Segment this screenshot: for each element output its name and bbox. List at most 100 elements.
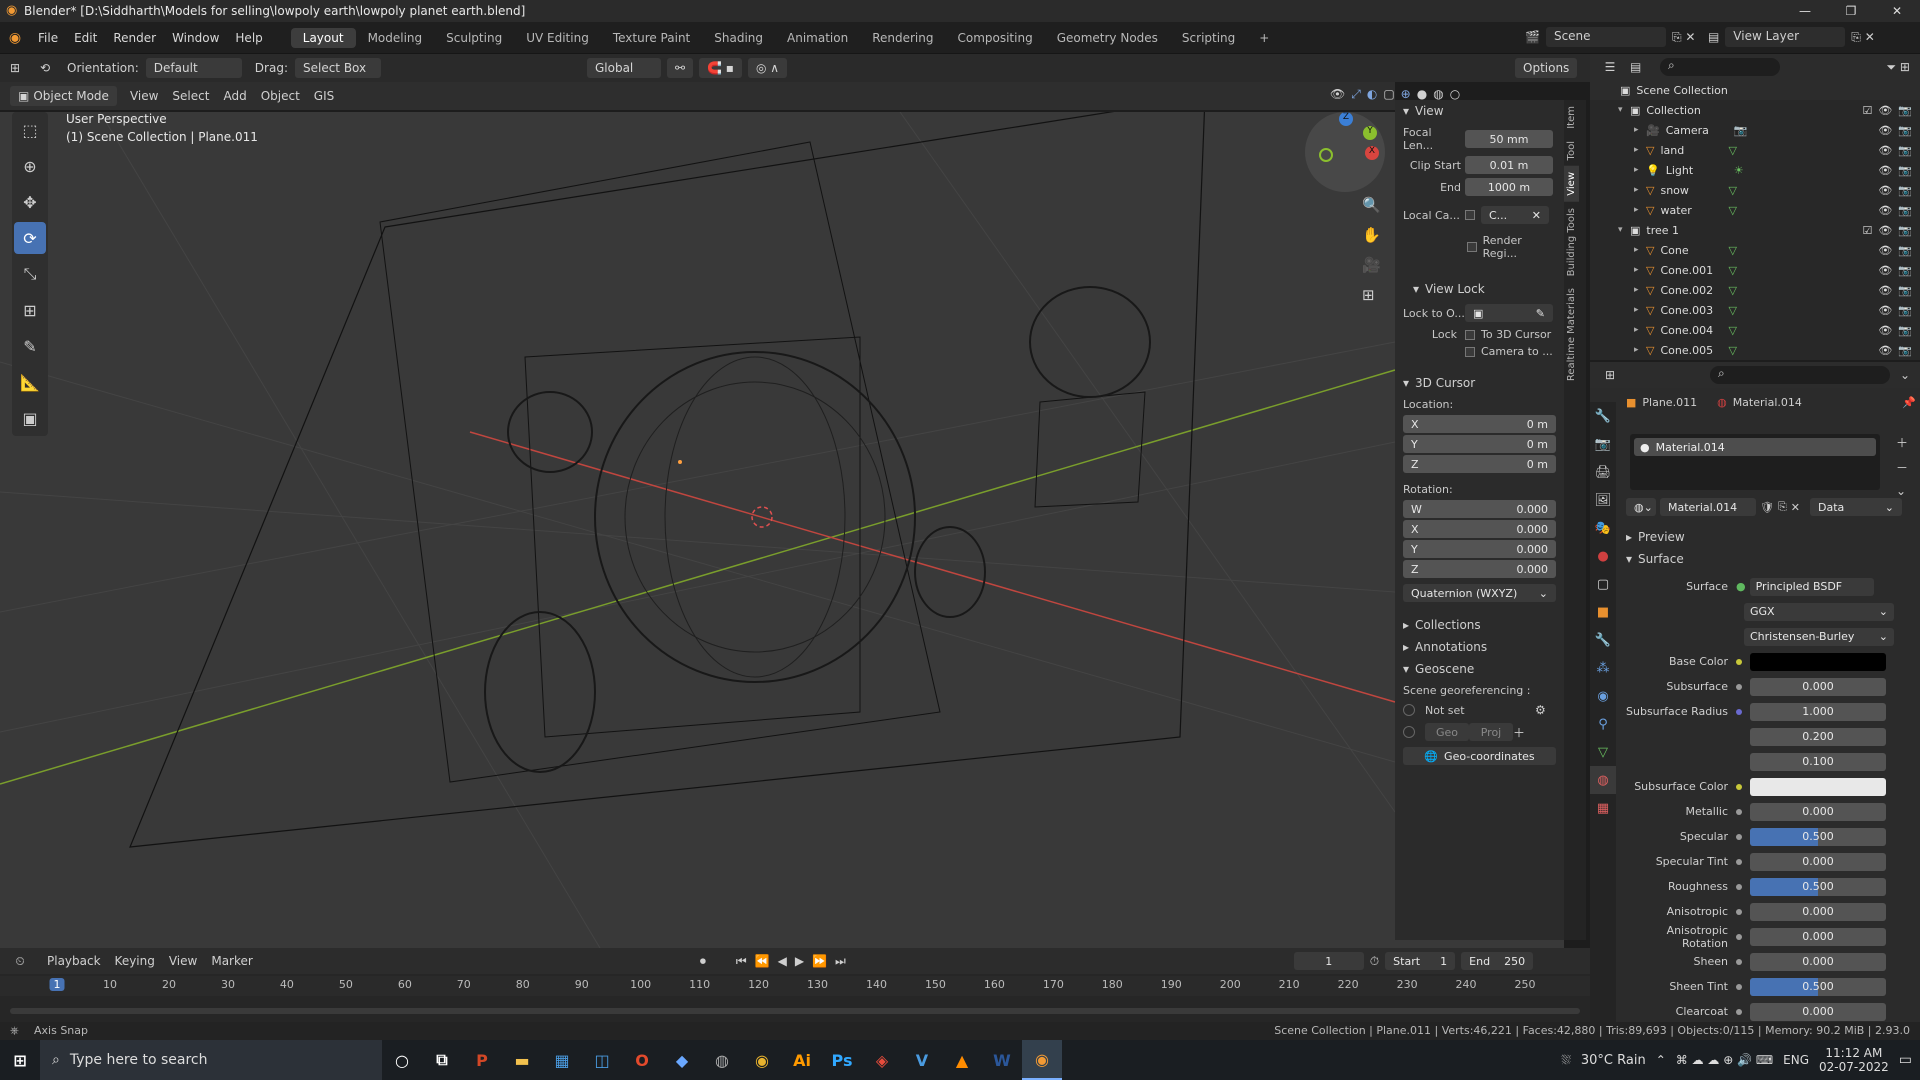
- socket-dot-icon[interactable]: [1736, 683, 1742, 690]
- lock-cursor-checkbox[interactable]: [1465, 329, 1475, 340]
- tab-texture-paint[interactable]: Texture Paint: [601, 28, 702, 48]
- visibility-eye-icon[interactable]: 👁: [1878, 124, 1892, 137]
- overlay-icon[interactable]: ◐: [1367, 87, 1377, 102]
- camera-data-icon[interactable]: 📷: [1734, 124, 1748, 137]
- visibility-eye-icon[interactable]: 👁: [1878, 244, 1892, 257]
- shader-input-field[interactable]: 0.000: [1750, 802, 1886, 821]
- surface-shader-field[interactable]: Principled BSDF: [1749, 577, 1874, 596]
- cortana-icon[interactable]: ○: [382, 1040, 422, 1080]
- move-tool-icon[interactable]: ✥: [14, 186, 46, 218]
- outliner-item-cone[interactable]: ▸ ▽ Cone ▽ 👁 📷: [1590, 240, 1920, 260]
- outliner-item-land[interactable]: ▸ ▽ land ▽ 👁 📷: [1590, 140, 1920, 160]
- visibility-eye-icon[interactable]: 👁: [1878, 324, 1892, 337]
- visibility-eye-icon[interactable]: 👁: [1878, 104, 1892, 117]
- data-tab-icon[interactable]: ▽: [1590, 738, 1616, 766]
- render-visibility-icon[interactable]: 📷: [1898, 264, 1912, 277]
- properties-options-icon[interactable]: ⌄: [1900, 368, 1910, 382]
- filter-icon[interactable]: ⏷ ⊞: [1887, 60, 1910, 75]
- taskbar-search[interactable]: ⌕ Type here to search: [40, 1040, 382, 1080]
- expand-toggle-icon[interactable]: ▸: [1634, 345, 1646, 355]
- browse-material-icon[interactable]: ◍⌄: [1626, 498, 1656, 516]
- playback-controls[interactable]: ⏮⏪◀▶⏩⏭: [736, 954, 854, 969]
- app2-icon[interactable]: ◆: [662, 1040, 702, 1080]
- view-layer-selector[interactable]: View Layer: [1725, 27, 1846, 47]
- render-visibility-icon[interactable]: 📷: [1898, 184, 1912, 197]
- scene-selector[interactable]: Scene: [1545, 27, 1666, 47]
- render-visibility-icon[interactable]: 📷: [1898, 304, 1912, 317]
- display-mode-icon[interactable]: ▤: [1630, 60, 1660, 74]
- zoom-icon[interactable]: 🔍: [1362, 196, 1381, 214]
- viewport-menu-add[interactable]: Add: [216, 89, 253, 103]
- cursor-tool-icon[interactable]: ⊕: [14, 150, 46, 182]
- output-tab-icon[interactable]: 🖨: [1590, 458, 1616, 486]
- office-icon[interactable]: O: [622, 1040, 662, 1080]
- material-name-field[interactable]: Material.014: [1660, 498, 1756, 516]
- view-panel-header[interactable]: ▾ View: [1395, 100, 1564, 122]
- start-button-icon[interactable]: ⊞: [0, 1040, 40, 1080]
- tab-building-tools[interactable]: Building Tools: [1564, 202, 1579, 282]
- viewport-menu-gis[interactable]: GIS: [307, 89, 341, 103]
- tab-modeling[interactable]: Modeling: [356, 28, 435, 48]
- expand-toggle-icon[interactable]: ▾: [1618, 225, 1630, 235]
- shader-input-field[interactable]: 0.000: [1750, 852, 1886, 871]
- mesh-data-icon[interactable]: ▽: [1728, 144, 1736, 157]
- language-indicator[interactable]: ENG: [1783, 1053, 1809, 1067]
- measure-tool-icon[interactable]: 📐: [14, 366, 46, 398]
- physics-tab-icon[interactable]: ◉: [1590, 682, 1616, 710]
- auto-key-icon[interactable]: ⏺: [700, 954, 706, 969]
- mesh-data-icon[interactable]: ▽: [1728, 204, 1736, 217]
- current-frame-field[interactable]: 1: [1293, 952, 1364, 970]
- outliner-root[interactable]: ▣ Scene Collection: [1590, 80, 1920, 100]
- illustrator-icon[interactable]: Ai: [782, 1040, 822, 1080]
- transform-pivot-icon[interactable]: ⟲: [30, 61, 60, 75]
- menu-help[interactable]: Help: [227, 31, 270, 45]
- clip-end-field[interactable]: 1000 m: [1465, 178, 1553, 196]
- expand-toggle-icon[interactable]: ▾: [1618, 105, 1630, 115]
- tab-geometry-nodes[interactable]: Geometry Nodes: [1045, 28, 1170, 48]
- eyedropper-icon[interactable]: ✎: [1536, 307, 1545, 320]
- constraints-tab-icon[interactable]: ⚲: [1590, 710, 1616, 738]
- render-visibility-icon[interactable]: 📷: [1898, 224, 1912, 237]
- visibility-eye-icon[interactable]: 👁: [1878, 344, 1892, 357]
- file-explorer-icon[interactable]: ▬: [502, 1040, 542, 1080]
- menu-edit[interactable]: Edit: [66, 31, 105, 45]
- render-visibility-icon[interactable]: 📷: [1898, 344, 1912, 357]
- shader-input-field[interactable]: 0.000: [1750, 927, 1886, 946]
- powerpoint-icon[interactable]: P: [462, 1040, 502, 1080]
- material-slot[interactable]: ● Material.014: [1634, 438, 1876, 456]
- particles-tab-icon[interactable]: ⁂: [1590, 654, 1616, 682]
- properties-editor-icon[interactable]: ⊞: [1590, 368, 1630, 382]
- cursor-loc-y-field[interactable]: Y0 m: [1403, 435, 1556, 453]
- cursor-loc-z-field[interactable]: Z0 m: [1403, 455, 1556, 473]
- minimize-button[interactable]: —: [1782, 0, 1828, 22]
- x-axis-icon[interactable]: X: [1365, 146, 1379, 160]
- render-tab-icon[interactable]: 📷: [1590, 430, 1616, 458]
- expand-toggle-icon[interactable]: ▸: [1634, 185, 1646, 195]
- snap-toggle[interactable]: 🧲 ▪: [699, 58, 742, 78]
- menu-window[interactable]: Window: [164, 31, 227, 45]
- socket-dot-icon[interactable]: [1736, 958, 1742, 965]
- link-dropdown[interactable]: Data ⌄: [1810, 498, 1902, 516]
- camera-to-view-checkbox[interactable]: [1465, 346, 1475, 357]
- socket-dot-icon[interactable]: [1736, 708, 1742, 715]
- socket-dot-icon[interactable]: [1736, 858, 1742, 865]
- rotation-mode-dropdown[interactable]: Quaternion (WXYZ) ⌄: [1403, 584, 1556, 602]
- gear-icon[interactable]: ⚙: [1535, 703, 1546, 717]
- tab-tool[interactable]: Tool: [1564, 135, 1579, 166]
- pin-icon[interactable]: 📌: [1902, 396, 1916, 409]
- add-slot-icon[interactable]: ＋: [1896, 434, 1908, 451]
- tab-scripting[interactable]: Scripting: [1170, 28, 1247, 48]
- render-visibility-icon[interactable]: 📷: [1898, 324, 1912, 337]
- view-lock-header[interactable]: ▾ View Lock: [1395, 278, 1564, 300]
- timeline-menu-keying[interactable]: Keying: [108, 954, 162, 968]
- shader-input-field[interactable]: 0.000: [1750, 1002, 1886, 1021]
- timeline-scrollbar[interactable]: [10, 1008, 1580, 1014]
- collection-tab-icon[interactable]: ▢: [1590, 570, 1616, 598]
- transform-tool-icon[interactable]: ⊞: [14, 294, 46, 326]
- neg-y-axis-icon[interactable]: [1319, 148, 1333, 162]
- viewport-menu-view[interactable]: View: [123, 89, 165, 103]
- drag-dropdown[interactable]: Select Box: [294, 58, 381, 78]
- shader-input-field[interactable]: 0.000: [1750, 902, 1886, 921]
- expand-toggle-icon[interactable]: ▸: [1634, 165, 1646, 175]
- light-data-icon[interactable]: ☀: [1734, 164, 1744, 177]
